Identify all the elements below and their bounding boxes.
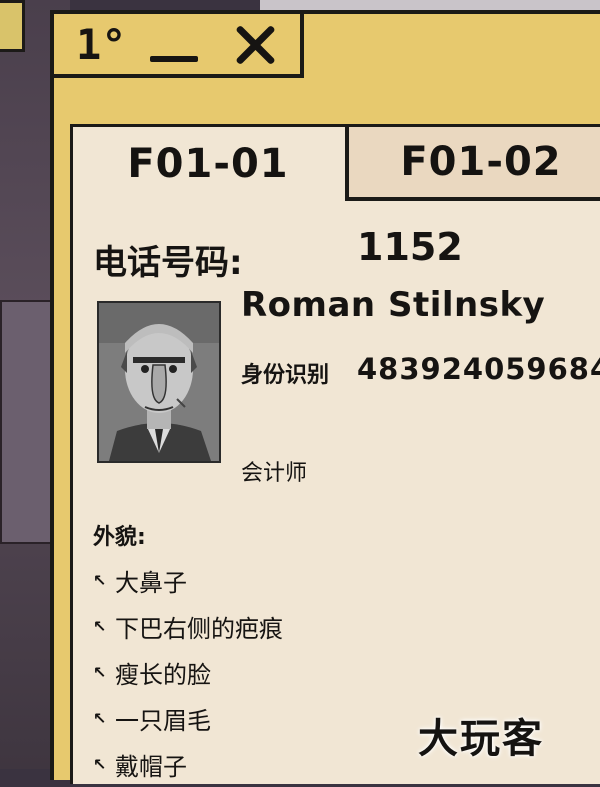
list-item: ↖ 下巴右侧的疤痕 bbox=[93, 603, 283, 649]
arrow-icon: ↖ bbox=[93, 754, 107, 774]
trait-text: 一只眉毛 bbox=[115, 706, 211, 735]
trait-text: 大鼻子 bbox=[115, 568, 187, 597]
list-item: ↖ 一只眉毛 bbox=[93, 695, 283, 741]
dossier-window: 1° F01-01 F01-02 电话号码: 1152 Roman Stilns… bbox=[50, 10, 600, 784]
close-button[interactable] bbox=[224, 20, 284, 70]
arrow-icon: ↖ bbox=[93, 708, 107, 728]
arrow-icon: ↖ bbox=[93, 616, 107, 636]
trait-text: 下巴右侧的疤痕 bbox=[115, 614, 283, 643]
appearance-label: 外貌: bbox=[93, 525, 146, 550]
trait-text: 戴帽子 bbox=[115, 752, 187, 781]
tab-f01-02[interactable]: F01-02 bbox=[345, 127, 600, 201]
appearance-list: ↖ 大鼻子 ↖ 下巴右侧的疤痕 ↖ 瘦长的脸 ↖ 一只眉毛 ↖ 戴帽子 bbox=[93, 557, 283, 787]
portrait-image bbox=[99, 303, 219, 461]
minimize-icon bbox=[150, 56, 198, 62]
arrow-icon: ↖ bbox=[93, 662, 107, 682]
occupation: 会计师 bbox=[241, 461, 308, 486]
phone-value: 1152 bbox=[357, 225, 463, 269]
window-titlebar: 1° bbox=[54, 14, 304, 78]
watermark-logo: 大玩客 bbox=[418, 715, 544, 762]
id-label: 身份识别 bbox=[241, 363, 330, 388]
minimize-button[interactable] bbox=[146, 28, 202, 68]
suspect-name: Roman Stilnsky bbox=[241, 285, 546, 325]
phone-label: 电话号码: bbox=[93, 243, 243, 283]
background-window-edge bbox=[0, 0, 25, 52]
arrow-icon: ↖ bbox=[93, 570, 107, 590]
list-item: ↖ 瘦长的脸 bbox=[93, 649, 283, 695]
suspect-portrait bbox=[97, 301, 221, 463]
trait-text: 瘦长的脸 bbox=[115, 660, 211, 689]
id-value: 483924059684 bbox=[357, 352, 600, 386]
dossier-card: F01-01 F01-02 电话号码: 1152 Roman Stilnsky … bbox=[70, 124, 600, 784]
window-title-number: 1° bbox=[76, 20, 127, 69]
list-item: ↖ 大鼻子 bbox=[93, 557, 283, 603]
tab-f01-01[interactable]: F01-01 bbox=[73, 127, 343, 201]
list-item: ↖ 戴帽子 bbox=[93, 741, 283, 787]
